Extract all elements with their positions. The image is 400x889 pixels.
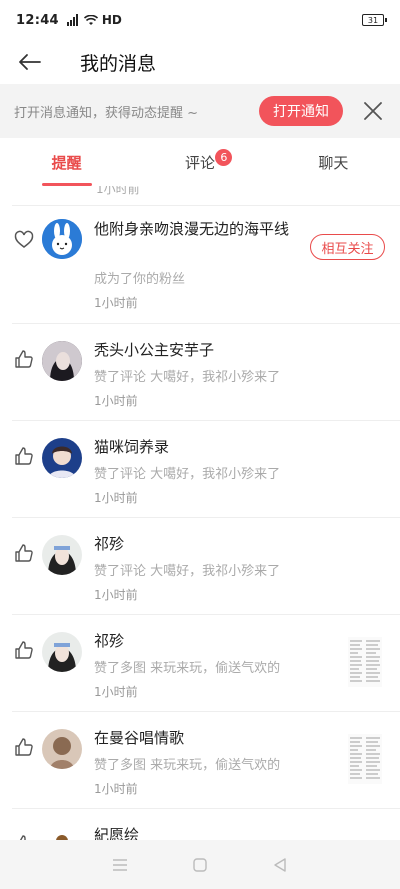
item-time: 1小时前 [94,491,138,505]
user-name[interactable]: 祁殄 [94,533,124,555]
open-notification-button[interactable]: 打开通知 [259,96,343,126]
back-triangle-icon-graphic [274,857,286,872]
follow-back-button[interactable]: 相互关注 [310,234,385,260]
status-time: 12:44 [16,12,59,28]
thumbs-up-icon [15,350,33,368]
rabbit-avatar-image [42,219,82,259]
avatar[interactable] [42,826,82,840]
user-name[interactable]: 他附身亲吻浪漫无边的海平线 [94,218,294,240]
menu-icon-graphic [113,858,127,871]
avatar[interactable] [42,341,82,381]
wifi-icon [83,14,98,25]
tab-label: 评论 [184,153,215,172]
item-time: 1小时前 [94,588,138,602]
close-icon[interactable] [362,100,384,122]
message-list[interactable]: 1小时前 他附身亲吻浪漫无边的海平线 成为了你的粉丝 1小时前 相互关注 秃头小… [0,186,400,840]
user-avatar-image [42,729,82,769]
user-avatar-image [42,826,82,840]
item-description: 赞了多图 来玩来玩，偷送气欢的 [94,661,281,676]
notification-banner: 打开消息通知，获得动态提醒 ~ 打开通知 [0,84,400,138]
status-bar: 12:44 HD 31 [0,0,400,40]
avatar[interactable] [42,632,82,672]
user-name[interactable]: 祁殄 [94,630,124,652]
tab-comments[interactable]: 评论 6 [133,138,266,186]
thumbs-up-icon [15,641,33,659]
page-title: 我的消息 [80,52,157,75]
tab-reminders[interactable]: 提醒 [0,138,133,186]
thumbs-up-icon [15,544,33,562]
user-name[interactable]: 在曼谷唱情歌 [94,727,184,749]
item-description: 赞了评论 大噶好，我祁小殄来了 [94,467,281,482]
list-item[interactable]: 在曼谷唱情歌 赞了多图 来玩来玩，偷送气欢的 1小时前 [12,712,400,809]
list-item[interactable]: 猫咪饲养录 赞了评论 大噶好，我祁小殄来了 1小时前 [12,421,400,518]
tab-bar: 提醒 评论 6 聊天 [0,138,400,186]
item-description: 赞了多图 来玩来玩，偷送气欢的 [94,758,281,773]
item-time: 1小时前 [94,296,138,310]
item-description: 赞了评论 大噶好，我祁小殄来了 [94,370,281,385]
system-navigation-bar [0,840,400,889]
thumbs-up-icon [15,738,33,756]
item-description: 赞了评论 大噶好，我祁小殄来了 [94,564,281,579]
item-time: 1小时前 [94,685,138,699]
avatar[interactable] [42,729,82,769]
user-avatar-image [42,438,82,478]
notice-text: 打开消息通知，获得动态提醒 ~ [14,105,199,121]
tab-label: 聊天 [318,153,349,172]
post-thumbnail[interactable] [348,734,382,784]
back-triangle-icon[interactable] [270,855,290,875]
list-item[interactable]: 祁殄 赞了多图 来玩来玩，偷送气欢的 1小时前 [12,615,400,712]
list-item[interactable]: 紀愿绘 [12,809,400,840]
avatar[interactable] [42,219,82,259]
unread-badge: 6 [215,149,233,166]
user-name[interactable]: 紀愿绘 [94,824,139,840]
home-icon-graphic [193,857,207,872]
battery-level: 31 [367,15,379,25]
network-type: HD [101,13,122,27]
menu-icon[interactable] [110,855,130,875]
list-item-partial: 1小时前 [12,186,400,206]
tab-label: 提醒 [51,153,82,172]
home-icon[interactable] [190,855,210,875]
item-time: 1小时前 [94,782,138,796]
back-arrow-icon [19,54,41,70]
app-header: 我的消息 [0,40,400,84]
battery-icon: 31 [362,14,387,26]
back-button[interactable] [0,40,60,84]
thumbs-up-icon [15,447,33,465]
tab-chat[interactable]: 聊天 [267,138,400,186]
item-description: 成为了你的粉丝 [94,272,186,287]
post-thumbnail[interactable] [348,637,382,687]
avatar[interactable] [42,535,82,575]
item-time: 1小时前 [94,394,138,408]
heart-icon [14,230,34,248]
user-name[interactable]: 猫咪饲养录 [94,436,169,458]
avatar[interactable] [42,438,82,478]
user-avatar-image [42,632,82,672]
cellular-signal-icon [66,14,78,26]
item-time: 1小时前 [96,186,140,196]
list-item[interactable]: 祁殄 赞了评论 大噶好，我祁小殄来了 1小时前 [12,518,400,615]
list-item[interactable]: 秃头小公主安芋子 赞了评论 大噶好，我祁小殄来了 1小时前 [12,324,400,421]
list-item[interactable]: 他附身亲吻浪漫无边的海平线 成为了你的粉丝 1小时前 相互关注 [12,206,400,324]
user-avatar-image [42,535,82,575]
user-name[interactable]: 秃头小公主安芋子 [94,339,214,361]
user-avatar-image [42,341,82,381]
